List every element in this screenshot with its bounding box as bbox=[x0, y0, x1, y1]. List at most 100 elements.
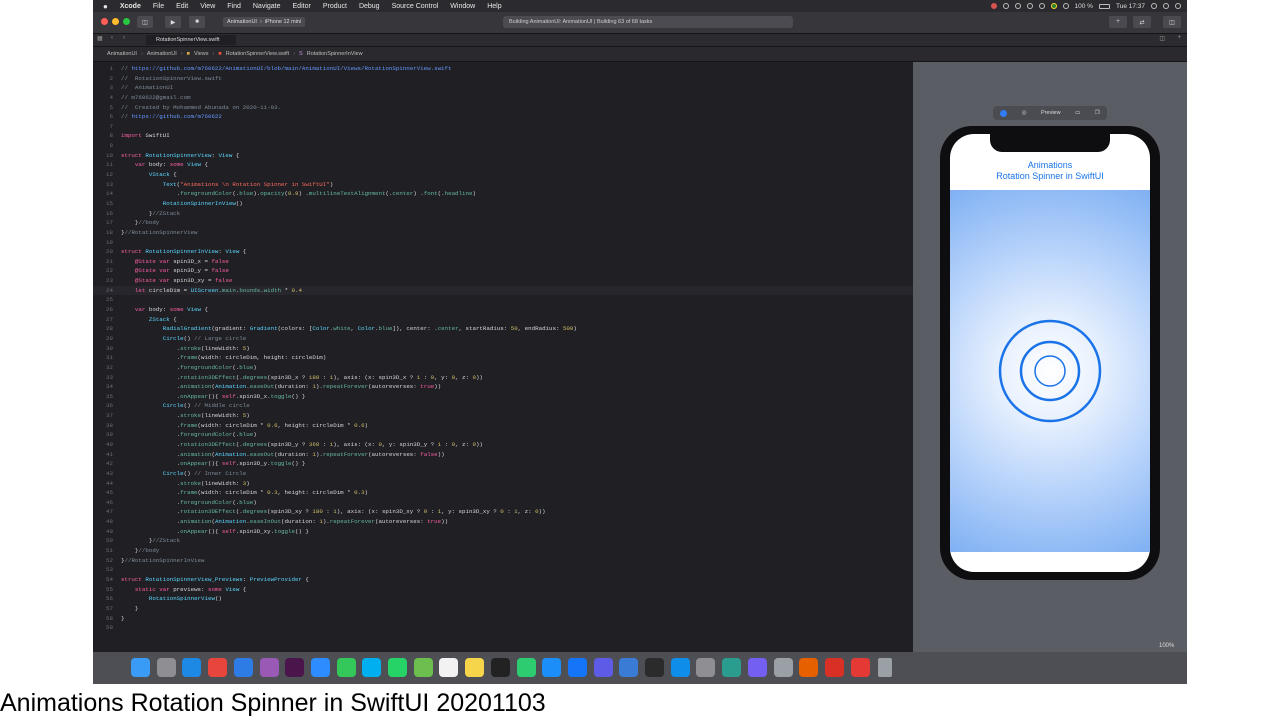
obs-icon[interactable] bbox=[645, 658, 664, 677]
code-line[interactable]: 5 // Created by Mohammed Abunada on 2020-… bbox=[93, 103, 913, 113]
code-line[interactable]: 51 }//body bbox=[93, 546, 913, 556]
menu-view[interactable]: View bbox=[194, 3, 221, 10]
safari-icon[interactable] bbox=[182, 658, 202, 677]
code-text[interactable]: }//RotationSpinnerInView bbox=[121, 556, 205, 566]
dropbox-icon[interactable] bbox=[1002, 3, 1009, 9]
bluetooth-icon[interactable] bbox=[1026, 3, 1033, 9]
code-line[interactable]: 24 let circleDim = UIScreen.main.bounds.… bbox=[93, 285, 913, 296]
code-line[interactable]: 45 .frame(width: circleDim * 0.3, height… bbox=[93, 488, 913, 498]
code-line[interactable]: 37 .stroke(lineWidth: 5) bbox=[93, 411, 913, 421]
code-text[interactable]: Text("Animations \n Rotation Spinner in … bbox=[121, 180, 333, 190]
input-source-icon[interactable] bbox=[1050, 3, 1057, 9]
code-line[interactable]: 28 RadialGradient(gradient: Gradient(col… bbox=[93, 324, 913, 334]
search-icon[interactable] bbox=[1151, 3, 1157, 9]
code-line[interactable]: 36 Circle() // Middle circle bbox=[93, 401, 913, 411]
battery-icon[interactable] bbox=[1098, 3, 1110, 9]
menu-app-name[interactable]: Xcode bbox=[114, 3, 147, 10]
code-line[interactable]: 17 }//body bbox=[93, 218, 913, 228]
code-text[interactable]: .rotation3DEffect(.degrees(spin3D_x ? 18… bbox=[121, 373, 483, 383]
code-text[interactable]: .rotation3DEffect(.degrees(spin3D_y ? 36… bbox=[121, 440, 483, 450]
firefox-icon[interactable] bbox=[799, 658, 819, 677]
code-area[interactable]: 1 // https://github.com/m760622/Animation… bbox=[93, 64, 913, 633]
screen-recorder-icon[interactable] bbox=[850, 658, 870, 677]
code-text[interactable]: @State var spin3D_x = false bbox=[121, 257, 229, 267]
launchpad-icon[interactable] bbox=[156, 658, 176, 677]
grid-icon[interactable]: ▦ bbox=[97, 35, 103, 42]
menu-editor[interactable]: Editor bbox=[287, 3, 317, 10]
code-review-button[interactable]: ⇄ bbox=[1133, 16, 1151, 28]
menu-find[interactable]: Find bbox=[221, 3, 247, 10]
messages-icon[interactable] bbox=[336, 658, 356, 677]
zoom-window-icon[interactable] bbox=[123, 18, 130, 25]
code-text[interactable]: .animation(Animation.easeOut(duration: 1… bbox=[121, 382, 441, 392]
code-line[interactable]: 58} bbox=[93, 614, 913, 624]
back-arrow-icon[interactable]: ‹ bbox=[111, 35, 113, 41]
tv-icon[interactable] bbox=[490, 658, 510, 677]
code-line[interactable]: 18}//RotationSpinnerView bbox=[93, 228, 913, 238]
code-text[interactable]: }//ZStack bbox=[121, 536, 180, 546]
vpn-icon[interactable] bbox=[722, 658, 742, 677]
volume-icon[interactable] bbox=[1062, 3, 1069, 9]
code-line[interactable]: 40 .rotation3DEffect(.degrees(spin3D_y ?… bbox=[93, 440, 913, 450]
clock[interactable]: Tue 17:37 bbox=[1116, 3, 1145, 10]
podcasts-icon[interactable] bbox=[259, 658, 279, 677]
apple-menu-icon[interactable]: ● bbox=[93, 2, 114, 11]
menu-edit[interactable]: Edit bbox=[170, 3, 194, 10]
code-line[interactable]: 21 @State var spin3D_x = false bbox=[93, 257, 913, 267]
menu-navigate[interactable]: Navigate bbox=[247, 3, 287, 10]
code-line[interactable]: 39 .foregroundColor(.blue) bbox=[93, 430, 913, 440]
code-line[interactable]: 15 RotationSpinnerInView() bbox=[93, 199, 913, 209]
preferences-icon[interactable] bbox=[696, 658, 716, 677]
code-text[interactable]: } bbox=[121, 604, 139, 614]
code-line[interactable]: 29 Circle() // Large circle bbox=[93, 334, 913, 344]
code-line[interactable]: 8 import SwiftUI bbox=[93, 131, 913, 141]
code-line[interactable]: 1 // https://github.com/m760622/Animation… bbox=[93, 64, 913, 74]
navigator-toggle-icon[interactable]: ◫ bbox=[137, 16, 153, 28]
maps-icon[interactable] bbox=[413, 658, 433, 677]
code-line[interactable]: 57 } bbox=[93, 604, 913, 614]
code-line[interactable]: 22 @State var spin3D_y = false bbox=[93, 266, 913, 276]
code-text[interactable]: VStack { bbox=[121, 170, 177, 180]
code-line[interactable]: 7 bbox=[93, 122, 913, 132]
code-line[interactable]: 49 .onAppear(){ self.spin3D_xy.toggle() … bbox=[93, 527, 913, 537]
code-text[interactable]: RadialGradient(gradient: Gradient(colors… bbox=[121, 324, 577, 334]
user-icon[interactable] bbox=[1163, 3, 1169, 9]
mail-icon[interactable] bbox=[233, 658, 253, 677]
code-line[interactable]: 42 .onAppear(){ self.spin3D_y.toggle() } bbox=[93, 459, 913, 469]
code-text[interactable]: } bbox=[121, 614, 124, 624]
code-text[interactable]: struct RotationSpinnerView: View { bbox=[121, 151, 239, 161]
calendar-icon[interactable] bbox=[439, 658, 459, 677]
wifi-icon[interactable] bbox=[1038, 3, 1045, 9]
zoom-level[interactable]: 100% bbox=[1159, 643, 1174, 649]
scheme-selector[interactable]: AnimationUI › iPhone 12 mini bbox=[223, 17, 306, 27]
code-line[interactable]: 56 RotationSpinnerView() bbox=[93, 594, 913, 604]
xcode-instruments-icon[interactable] bbox=[593, 658, 613, 677]
code-line[interactable]: 2 // RotationSpinnerView.swift bbox=[93, 74, 913, 84]
split-editor-icon[interactable]: ◫ bbox=[1159, 35, 1165, 42]
close-window-icon[interactable] bbox=[101, 18, 108, 25]
code-text[interactable]: .onAppear(){ self.spin3D_y.toggle() } bbox=[121, 459, 306, 469]
photo-icon[interactable] bbox=[773, 658, 793, 677]
code-line[interactable]: 19 bbox=[93, 238, 913, 248]
skype-icon[interactable] bbox=[362, 658, 382, 677]
jump-bar-folder[interactable]: Views bbox=[194, 51, 209, 57]
code-text[interactable]: .frame(width: circleDim * 0.6, height: c… bbox=[121, 421, 368, 431]
xcode-icon[interactable] bbox=[567, 658, 587, 677]
code-text[interactable]: .stroke(lineWidth: 5) bbox=[121, 411, 250, 421]
code-text[interactable]: // RotationSpinnerView.swift bbox=[121, 74, 222, 84]
jump-bar-group[interactable]: AnimationUI bbox=[147, 51, 177, 57]
code-text[interactable]: }//body bbox=[121, 546, 159, 556]
source-editor[interactable]: 1 // https://github.com/m760622/Animation… bbox=[93, 62, 913, 652]
code-line[interactable]: 59 bbox=[93, 623, 913, 633]
code-text[interactable]: static var previews: some View { bbox=[121, 585, 246, 595]
code-text[interactable]: var body: some View { bbox=[121, 305, 208, 315]
code-text[interactable]: .frame(width: circleDim, height: circleD… bbox=[121, 353, 327, 363]
code-text[interactable]: // Created by Mohammed Abunada on 2020-1… bbox=[121, 103, 281, 113]
code-line[interactable]: 12 VStack { bbox=[93, 170, 913, 180]
code-line[interactable]: 3 // AnimationUI bbox=[93, 83, 913, 93]
add-editor-icon[interactable]: + bbox=[1177, 35, 1181, 41]
status-icon[interactable] bbox=[990, 3, 997, 9]
duplicate-preview-icon[interactable]: ❐ bbox=[1095, 110, 1100, 116]
menu-debug[interactable]: Debug bbox=[353, 3, 386, 10]
code-text[interactable]: .foregroundColor(.blue) bbox=[121, 498, 257, 508]
